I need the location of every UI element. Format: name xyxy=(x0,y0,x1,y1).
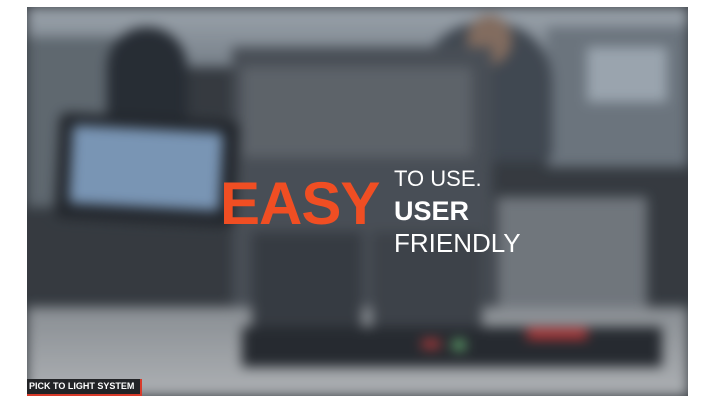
headline-overlay: EASY TO USE. USER FRIENDLY xyxy=(220,164,550,274)
headline-line-1: TO USE. xyxy=(394,166,482,191)
headline-line-2: USER xyxy=(394,196,470,226)
headline-big-word: EASY xyxy=(220,170,380,237)
lower-third-caption: PICK TO LIGHT SYSTEM xyxy=(27,379,143,396)
headline-line-3: FRIENDLY xyxy=(394,228,521,258)
video-frame[interactable]: EASY TO USE. USER FRIENDLY PICK TO LIGHT… xyxy=(27,7,688,396)
